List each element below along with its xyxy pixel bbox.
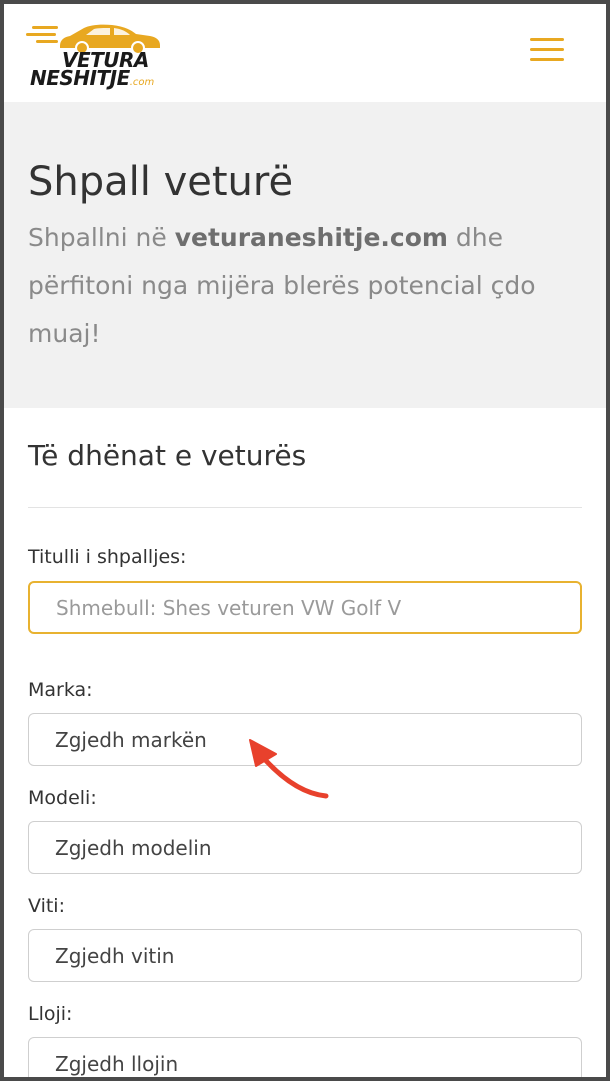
- type-select[interactable]: Zgjedh llojin: [28, 1037, 582, 1077]
- annotation-arrow-icon: [249, 739, 329, 799]
- year-select-value: Zgjedh vitin: [55, 943, 175, 968]
- brand-label: Marka:: [28, 679, 93, 701]
- site-header: VETURA NESHITJE.com: [4, 4, 606, 102]
- type-select-value: Zgjedh llojin: [55, 1051, 179, 1076]
- logo-text-neshitje: NESHITJE.com: [30, 68, 154, 93]
- hamburger-bar: [530, 48, 564, 51]
- site-logo[interactable]: VETURA NESHITJE.com: [26, 20, 166, 92]
- logo-text-neshitje-word: NESHITJE: [30, 66, 130, 90]
- hamburger-menu-icon[interactable]: [526, 34, 566, 64]
- logo-text-com: .com: [129, 77, 155, 88]
- hamburger-bar: [530, 38, 564, 41]
- title-label: Titulli i shpalljes:: [28, 546, 187, 568]
- page-frame: VETURA NESHITJE.com Shpall veturë Shpall…: [0, 0, 610, 1081]
- year-select[interactable]: Zgjedh vitin: [28, 929, 582, 982]
- model-select[interactable]: Zgjedh modelin: [28, 821, 582, 874]
- type-label: Lloji:: [28, 1003, 73, 1025]
- year-label: Viti:: [28, 895, 65, 917]
- model-select-value: Zgjedh modelin: [55, 835, 212, 860]
- title-input[interactable]: [28, 581, 582, 634]
- section-divider: [28, 507, 582, 508]
- model-label: Modeli:: [28, 787, 97, 809]
- brand-select-value: Zgjedh markën: [55, 727, 207, 752]
- hamburger-bar: [530, 58, 564, 61]
- hero-section: Shpall veturë Shpallni në veturaneshitje…: [4, 102, 606, 408]
- page-title: Shpall veturë: [28, 159, 294, 205]
- hero-subtitle: Shpallni në veturaneshitje.com dhe përfi…: [28, 214, 588, 358]
- section-title: Të dhënat e veturës: [28, 439, 307, 472]
- hero-subtitle-site: veturaneshitje.com: [174, 223, 448, 252]
- hero-subtitle-pre: Shpallni në: [28, 223, 175, 252]
